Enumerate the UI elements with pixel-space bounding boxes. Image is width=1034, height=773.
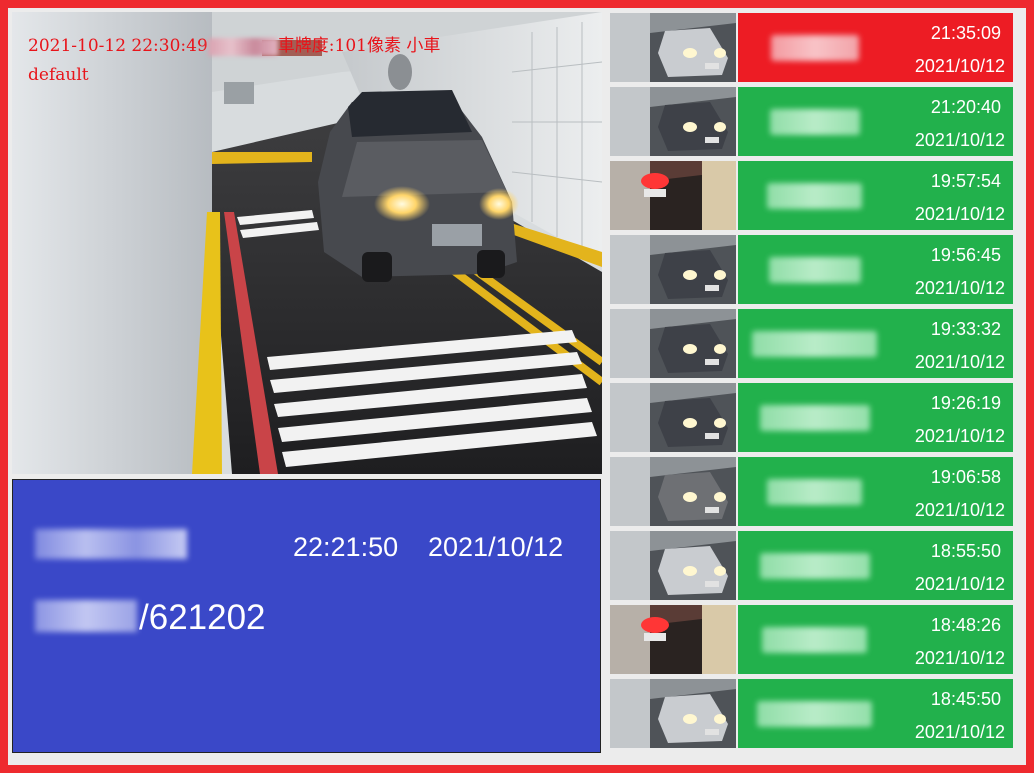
record-plate-redacted	[762, 627, 867, 653]
record-plate-redacted	[768, 257, 861, 283]
record-row[interactable]: 21:35:09 2021/10/12	[610, 13, 1013, 82]
record-time: 21:20:40	[930, 97, 1001, 117]
record-date: 2021/10/12	[914, 352, 1005, 372]
record-panel-ok: 19:57:54 2021/10/12	[738, 161, 1013, 230]
record-date: 2021/10/12	[914, 278, 1005, 298]
record-date: 2021/10/12	[914, 426, 1005, 446]
record-panel-ok: 19:33:32 2021/10/12	[738, 309, 1013, 378]
record-thumbnail[interactable]	[610, 161, 736, 230]
record-thumbnail[interactable]	[610, 605, 736, 674]
record-row[interactable]: 19:57:54 2021/10/12	[610, 161, 1013, 230]
record-thumbnail[interactable]	[610, 679, 736, 748]
record-panel-ok: 18:45:50 2021/10/12	[738, 679, 1013, 748]
record-plate-redacted	[767, 183, 862, 209]
record-date: 2021/10/12	[914, 500, 1005, 520]
record-row[interactable]: 18:55:50 2021/10/12	[610, 531, 1013, 600]
vehicle-code: /621202	[139, 598, 266, 637]
record-plate-redacted	[759, 553, 870, 579]
record-date: 2021/10/12	[914, 56, 1005, 76]
record-plate-redacted	[767, 479, 862, 505]
record-time: 19:57:54	[930, 171, 1001, 191]
record-panel-ok: 19:26:19 2021/10/12	[738, 383, 1013, 452]
record-date: 2021/10/12	[914, 574, 1005, 594]
record-thumbnail[interactable]	[610, 13, 736, 82]
record-panel-ok: 18:48:26 2021/10/12	[738, 605, 1013, 674]
record-time: 19:26:19	[930, 393, 1001, 413]
main-camera-view: 2021-10-12 22:30:49 車牌度:101像素 小車 default	[12, 12, 602, 474]
overlay-timestamp: 2021-10-12 22:30:49	[28, 36, 208, 56]
record-plate-redacted	[752, 331, 877, 357]
record-time: 18:55:50	[930, 541, 1001, 561]
camera-image	[12, 12, 602, 474]
record-panel-alert: 21:35:09 2021/10/12	[738, 13, 1013, 82]
record-row[interactable]: 18:48:26 2021/10/12	[610, 605, 1013, 674]
record-time: 18:45:50	[930, 689, 1001, 709]
record-plate-redacted	[757, 701, 872, 727]
record-time: 18:48:26	[930, 615, 1001, 635]
record-thumbnail[interactable]	[610, 87, 736, 156]
record-plate-redacted	[770, 35, 859, 61]
record-row[interactable]: 19:56:45 2021/10/12	[610, 235, 1013, 304]
record-thumbnail[interactable]	[610, 309, 736, 378]
record-date: 2021/10/12	[914, 130, 1005, 150]
record-date: 2021/10/12	[914, 204, 1005, 224]
record-thumbnail[interactable]	[610, 531, 736, 600]
record-row[interactable]: 21:20:40 2021/10/12	[610, 87, 1013, 156]
record-time: 19:56:45	[930, 245, 1001, 265]
record-thumbnail[interactable]	[610, 383, 736, 452]
record-panel-ok: 19:56:45 2021/10/12	[738, 235, 1013, 304]
record-time: 19:33:32	[930, 319, 1001, 339]
record-time: 19:06:58	[930, 467, 1001, 487]
record-thumbnail[interactable]	[610, 235, 736, 304]
overlay-plate-redacted	[207, 37, 278, 56]
record-thumbnail[interactable]	[610, 457, 736, 526]
record-row[interactable]: 19:06:58 2021/10/12	[610, 457, 1013, 526]
record-plate-redacted	[759, 405, 870, 431]
overlay-plate-info: 車牌度:101像素 小車	[277, 36, 441, 56]
current-vehicle-panel: 22:21:50 2021/10/12 /621202	[12, 479, 601, 753]
overlay-timestamp-line: 2021-10-12 22:30:49 車牌度:101像素 小車	[28, 31, 440, 56]
record-row[interactable]: 19:33:32 2021/10/12	[610, 309, 1013, 378]
record-date: 2021/10/12	[914, 722, 1005, 742]
record-row[interactable]: 19:26:19 2021/10/12	[610, 383, 1013, 452]
record-panel-ok: 18:55:50 2021/10/12	[738, 531, 1013, 600]
record-panel-ok: 19:06:58 2021/10/12	[738, 457, 1013, 526]
record-date: 2021/10/12	[914, 648, 1005, 668]
plate-number-redacted	[35, 529, 187, 559]
record-row[interactable]: 18:45:50 2021/10/12	[610, 679, 1013, 748]
overlay-mode: default	[28, 65, 89, 85]
record-plate-redacted	[769, 109, 860, 135]
record-panel-ok: 21:20:40 2021/10/12	[738, 87, 1013, 156]
entry-date: 2021/10/12	[428, 532, 564, 562]
entry-time: 22:21:50	[293, 532, 399, 562]
owner-redacted	[35, 600, 137, 632]
record-time: 21:35:09	[930, 23, 1001, 43]
